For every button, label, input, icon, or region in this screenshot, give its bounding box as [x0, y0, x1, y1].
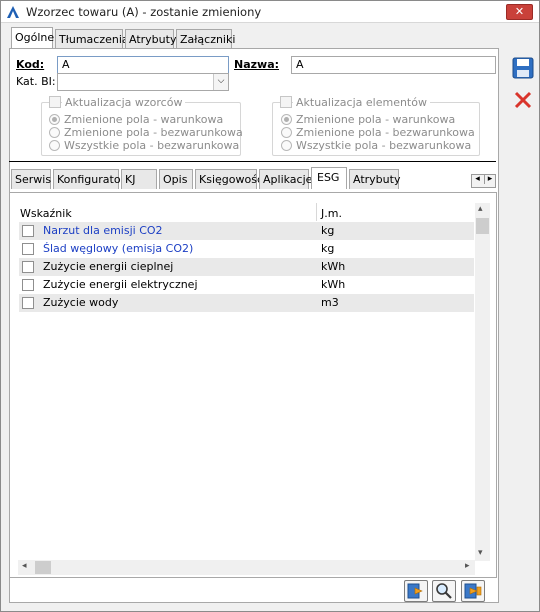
aktualizacja-wzorcow-title: Aktualizacja wzorców [62, 96, 186, 109]
dialog-window: Wzorzec towaru (A) - zostanie zmieniony … [0, 0, 540, 612]
row-name: Narzut dla emisji CO2 [43, 224, 163, 237]
elementow-radio-1[interactable] [281, 114, 292, 125]
vertical-scrollbar[interactable]: ▴ ▾ [475, 203, 490, 561]
kat-bi-label: Kat. BI: [16, 75, 56, 88]
search-icon [436, 583, 452, 599]
tab-serwis[interactable]: Serwis [11, 169, 51, 189]
search-button[interactable] [432, 580, 456, 602]
table-row[interactable]: Ślad węglowy (emisja CO2) kg [19, 240, 474, 258]
kod-label: Kod: [16, 58, 45, 71]
tab-konfigurator[interactable]: Konfigurator [53, 169, 125, 189]
save-icon [512, 57, 534, 79]
row-unit: m3 [321, 296, 339, 309]
tab-atrybuty[interactable]: Atrybuty [125, 29, 176, 49]
tab-atrybuty-sub[interactable]: Atrybuty [349, 169, 400, 189]
elementow-option-3: Wszystkie pola - bezwarunkowa [296, 139, 472, 152]
tab-opis[interactable]: Opis [159, 169, 193, 189]
aktualizacja-elementow-title: Aktualizacja elementów [293, 96, 430, 109]
table-row[interactable]: Zużycie energii cieplnej kWh [19, 258, 474, 276]
row-unit: kg [321, 242, 335, 255]
table-row[interactable]: Zużycie wody m3 [19, 294, 474, 312]
row-unit: kWh [321, 260, 346, 273]
elementow-option-2: Zmienione pola - bezwarunkowa [296, 126, 475, 139]
kat-bi-select[interactable]: ⌵ [57, 73, 229, 91]
tab-esg[interactable]: ESG [311, 167, 347, 189]
wzorcow-option-2: Zmienione pola - bezwarunkowa [64, 126, 243, 139]
row-checkbox[interactable] [22, 297, 34, 309]
table-row[interactable]: Narzut dla emisji CO2 kg [19, 222, 474, 240]
row-name: Ślad węglowy (emisja CO2) [43, 242, 194, 255]
row-unit: kg [321, 224, 335, 237]
col-header-wskaznik[interactable]: Wskaźnik [20, 207, 72, 220]
cancel-button[interactable] [512, 89, 534, 111]
tab-kj[interactable]: KJ [121, 169, 157, 189]
chevron-down-icon[interactable]: ⌵ [213, 74, 228, 90]
save-button[interactable] [512, 57, 534, 79]
window-title: Wzorzec towaru (A) - zostanie zmieniony [26, 5, 262, 19]
scroll-left-icon[interactable]: ◂ [22, 561, 27, 571]
column-separator[interactable] [316, 203, 317, 221]
scroll-up-icon[interactable]: ▴ [478, 204, 483, 214]
tab-aplikacje[interactable]: Aplikacje [259, 169, 312, 189]
add-from-list-button[interactable] [404, 580, 428, 602]
cancel-icon [514, 91, 532, 109]
change-button[interactable] [461, 580, 485, 602]
row-unit: kWh [321, 278, 346, 291]
chevron-left-icon[interactable]: ◂ [472, 174, 483, 184]
horizontal-scroll-thumb[interactable] [35, 561, 51, 574]
wzorcow-radio-1[interactable] [49, 114, 60, 125]
horizontal-scrollbar[interactable]: ◂ ▸ [18, 560, 475, 575]
aktualizacja-wzorcow-checkbox[interactable] [49, 96, 61, 108]
row-checkbox[interactable] [22, 243, 34, 255]
title-bar: Wzorzec towaru (A) - zostanie zmieniony … [1, 1, 539, 23]
kod-input[interactable]: A [57, 56, 229, 74]
row-checkbox[interactable] [22, 225, 34, 237]
col-header-jm[interactable]: J.m. [321, 207, 342, 220]
elementow-radio-3[interactable] [281, 140, 292, 151]
row-checkbox[interactable] [22, 261, 34, 273]
grid-header: Wskaźnik J.m. [12, 206, 474, 221]
row-name: Zużycie wody [43, 296, 119, 309]
window-close-button[interactable]: ✕ [506, 4, 533, 20]
tab-scroll-arrows[interactable]: ◂ ▸ [471, 174, 496, 188]
wzorcow-radio-3[interactable] [49, 140, 60, 151]
scroll-right-icon[interactable]: ▸ [465, 561, 470, 571]
tab-ksiegowosc[interactable]: Księgowość [195, 169, 263, 189]
change-icon [464, 583, 482, 599]
tab-ogolne[interactable]: Ogólne [11, 27, 54, 49]
table-row[interactable]: Zużycie energii elektrycznej kWh [19, 276, 474, 294]
row-name: Zużycie energii cieplnej [43, 260, 174, 273]
aktualizacja-elementow-checkbox[interactable] [280, 96, 292, 108]
wzorcow-option-3: Wszystkie pola - bezwarunkowa [64, 139, 240, 152]
wzorcow-radio-2[interactable] [49, 127, 60, 138]
tab-tlumaczenia[interactable]: Tłumaczenia [55, 29, 129, 49]
row-name: Zużycie energii elektrycznej [43, 278, 198, 291]
chevron-right-icon[interactable]: ▸ [484, 174, 495, 184]
elementow-option-1: Zmienione pola - warunkowa [296, 113, 456, 126]
section-divider [9, 161, 496, 162]
nazwa-label: Nazwa: [234, 58, 280, 71]
vertical-scroll-thumb[interactable] [476, 218, 489, 234]
app-logo-icon [7, 6, 19, 18]
row-checkbox[interactable] [22, 279, 34, 291]
nazwa-input[interactable]: A [291, 56, 496, 74]
add-from-list-icon [407, 583, 423, 599]
wzorcow-option-1: Zmienione pola - warunkowa [64, 113, 224, 126]
scroll-down-icon[interactable]: ▾ [478, 548, 483, 558]
tab-zalaczniki[interactable]: Załączniki [176, 29, 235, 49]
elementow-radio-2[interactable] [281, 127, 292, 138]
